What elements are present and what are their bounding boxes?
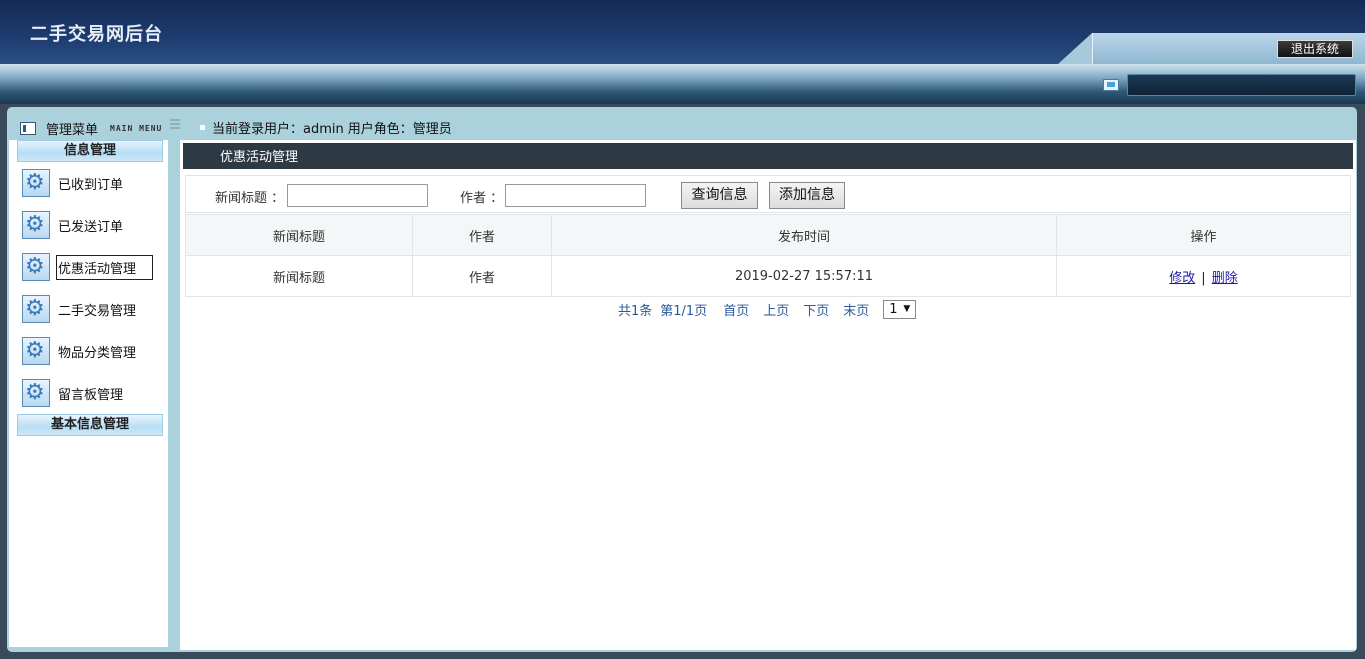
cell-title: 新闻标题 — [185, 255, 413, 297]
pager-total: 共1条 — [618, 304, 653, 319]
pager-next[interactable]: 下页 — [803, 300, 829, 319]
top-header: 二手交易网后台 退出系统 — [0, 0, 1365, 64]
menu-toggle-icon[interactable] — [170, 119, 180, 131]
header-slant — [1058, 33, 1092, 64]
bullet-icon — [200, 125, 205, 130]
pager-page-info: 第1/1页 — [660, 304, 708, 319]
sidebar-item-label: 二手交易管理 — [58, 303, 137, 319]
col-header-author: 作者 — [412, 214, 552, 256]
add-button[interactable]: 添加信息 — [769, 182, 845, 209]
menu-title: 管理菜单 — [46, 122, 99, 138]
gear-icon — [22, 211, 50, 239]
col-header-time: 发布时间 — [551, 214, 1057, 256]
menu-icon — [20, 121, 36, 135]
sidebar-item-messages[interactable]: 留言板管理 — [9, 372, 168, 414]
user-role: 用户角色：管理员 — [347, 122, 452, 137]
gear-icon — [22, 253, 50, 281]
page-select[interactable]: 1 — [883, 300, 917, 319]
col-header-actions: 操作 — [1056, 214, 1351, 256]
sidebar-item-label: 留言板管理 — [58, 387, 124, 403]
gear-icon — [22, 337, 50, 365]
gear-icon — [22, 379, 50, 407]
header-divider — [1092, 33, 1093, 64]
cell-actions: 修改 | 删除 — [1056, 255, 1351, 297]
sidebar-item-received-orders[interactable]: 已收到订单 — [9, 162, 168, 204]
sidebar-group-basic[interactable]: 基本信息管理 — [17, 414, 163, 436]
pager-first[interactable]: 首页 — [723, 300, 749, 319]
table-header-row: 新闻标题 作者 发布时间 操作 — [185, 214, 1351, 256]
menu-subtitle: MAIN MENU — [110, 123, 163, 133]
pagination: 共1条 第1/1页 首页 上页 下页 末页 1 — [618, 300, 917, 319]
sidebar-group-info[interactable]: 信息管理 — [17, 140, 163, 162]
sidebar-item-label: 已收到订单 — [58, 177, 124, 193]
gear-icon — [22, 169, 50, 197]
author-input[interactable] — [505, 184, 646, 207]
sidebar-item-label: 物品分类管理 — [58, 345, 137, 361]
sidebar-item-label: 已发送订单 — [58, 219, 124, 235]
col-header-title: 新闻标题 — [185, 214, 413, 256]
monitor-icon — [1103, 79, 1119, 91]
action-separator: | — [1201, 270, 1206, 286]
cell-time: 2019-02-27 15:57:11 — [551, 255, 1057, 297]
pager-last[interactable]: 末页 — [843, 300, 869, 319]
sidebar-item-promotions[interactable]: 优惠活动管理 — [9, 246, 168, 288]
login-user: 当前登录用户：admin — [212, 122, 344, 137]
sidebar-item-categories[interactable]: 物品分类管理 — [9, 330, 168, 372]
user-info: 当前登录用户：admin 用户角色：管理员 — [200, 118, 456, 137]
sidebar: 信息管理 已收到订单 已发送订单 优惠活动管理 二手交易管理 物品分类管理 留言… — [9, 140, 168, 647]
sidebar-item-trades[interactable]: 二手交易管理 — [9, 288, 168, 330]
pager-prev[interactable]: 上页 — [763, 300, 789, 319]
content-area: 优惠活动管理 新闻标题 ： 作者 ： 查询信息 添加信息 新闻标题 作者 发布时… — [180, 140, 1356, 650]
cell-author: 作者 — [412, 255, 552, 297]
sidebar-item-label: 优惠活动管理 — [56, 254, 154, 280]
query-button[interactable]: 查询信息 — [681, 182, 758, 209]
nav-status-bar — [1127, 74, 1356, 96]
news-title-input[interactable] — [287, 184, 428, 207]
news-title-label: 新闻标题 ： — [215, 191, 285, 206]
author-label: 作者 ： — [460, 191, 504, 206]
app-title: 二手交易网后台 — [30, 24, 163, 45]
edit-link[interactable]: 修改 — [1169, 271, 1195, 286]
search-form: 新闻标题 ： 作者 ： 查询信息 添加信息 — [185, 175, 1351, 213]
logout-button[interactable]: 退出系统 — [1277, 40, 1353, 58]
data-table: 新闻标题 作者 发布时间 操作 新闻标题 作者 2019-02-27 15:57… — [185, 214, 1351, 297]
menu-header: 管理菜单 MAIN MENU — [20, 118, 162, 138]
gear-icon — [22, 295, 50, 323]
sidebar-item-sent-orders[interactable]: 已发送订单 — [9, 204, 168, 246]
delete-link[interactable]: 删除 — [1212, 271, 1238, 286]
table-row: 新闻标题 作者 2019-02-27 15:57:11 修改 | 删除 — [185, 255, 1351, 297]
page-title: 优惠活动管理 — [183, 143, 1353, 169]
